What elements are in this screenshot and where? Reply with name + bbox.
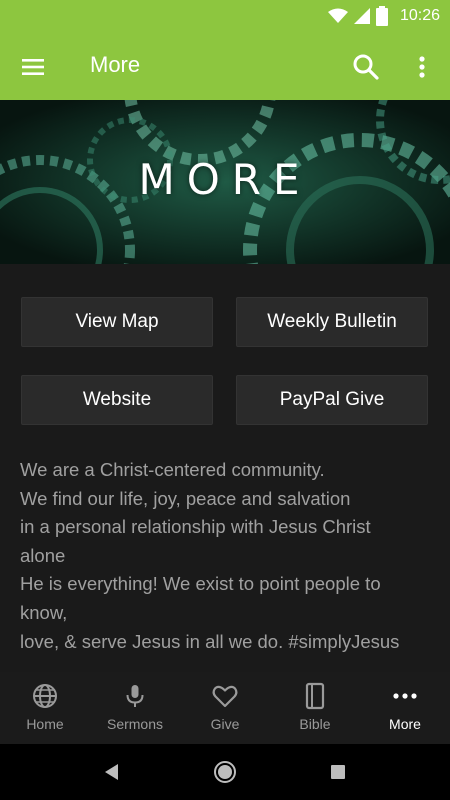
nav-item-bible[interactable]: Bible bbox=[270, 672, 360, 744]
more-dots-icon bbox=[393, 693, 417, 699]
status-bar: 10:26 bbox=[0, 0, 450, 32]
status-time: 10:26 bbox=[399, 7, 440, 24]
wifi-icon bbox=[327, 8, 348, 23]
page-title: More bbox=[90, 52, 141, 77]
about-line: We find our life, joy, peace and salvati… bbox=[20, 487, 351, 509]
nav-label: Sermons bbox=[106, 716, 164, 732]
search-icon[interactable] bbox=[350, 51, 382, 83]
book-icon bbox=[305, 682, 325, 710]
globe-icon bbox=[33, 684, 57, 708]
overflow-menu-icon[interactable] bbox=[410, 51, 434, 83]
app-bar: More bbox=[0, 32, 450, 100]
about-line: alone bbox=[20, 544, 66, 566]
battery-icon bbox=[375, 6, 388, 26]
about-line: He is everything! We exist to point peop… bbox=[20, 573, 381, 595]
microphone-icon bbox=[126, 685, 144, 707]
heart-icon bbox=[212, 685, 238, 708]
view-map-button[interactable]: View Map bbox=[21, 297, 213, 347]
recents-icon[interactable] bbox=[326, 760, 350, 784]
weekly-bulletin-button[interactable]: Weekly Bulletin bbox=[236, 297, 428, 347]
website-button[interactable]: Website bbox=[21, 375, 213, 425]
nav-label: Give bbox=[210, 716, 240, 732]
paypal-give-button[interactable]: PayPal Give bbox=[236, 375, 428, 425]
about-line: We are a Christ-centered community. bbox=[20, 459, 325, 480]
nav-item-home[interactable]: Home bbox=[0, 672, 90, 744]
nav-label: Bible bbox=[299, 716, 331, 732]
header-banner: MORE bbox=[0, 100, 450, 264]
nav-item-sermons[interactable]: Sermons bbox=[90, 672, 180, 744]
bottom-navigation: Home Sermons Give Bible More bbox=[0, 672, 450, 744]
nav-item-give[interactable]: Give bbox=[180, 672, 270, 744]
home-circle-icon[interactable] bbox=[213, 760, 237, 784]
nav-item-more[interactable]: More bbox=[360, 672, 450, 744]
about-text: We are a Christ-centered community. We f… bbox=[20, 456, 435, 656]
system-navigation-bar bbox=[0, 744, 450, 800]
hamburger-menu-icon[interactable] bbox=[18, 52, 48, 82]
signal-icon bbox=[353, 8, 370, 24]
nav-label: More bbox=[389, 716, 421, 732]
banner-heading: MORE bbox=[138, 155, 312, 204]
back-icon[interactable] bbox=[100, 760, 124, 784]
about-line: know, bbox=[20, 601, 68, 623]
about-line: in a personal relationship with Jesus Ch… bbox=[20, 516, 371, 538]
nav-label: Home bbox=[26, 716, 64, 732]
about-line: love, & serve Jesus in all we do. #simpl… bbox=[20, 630, 400, 652]
